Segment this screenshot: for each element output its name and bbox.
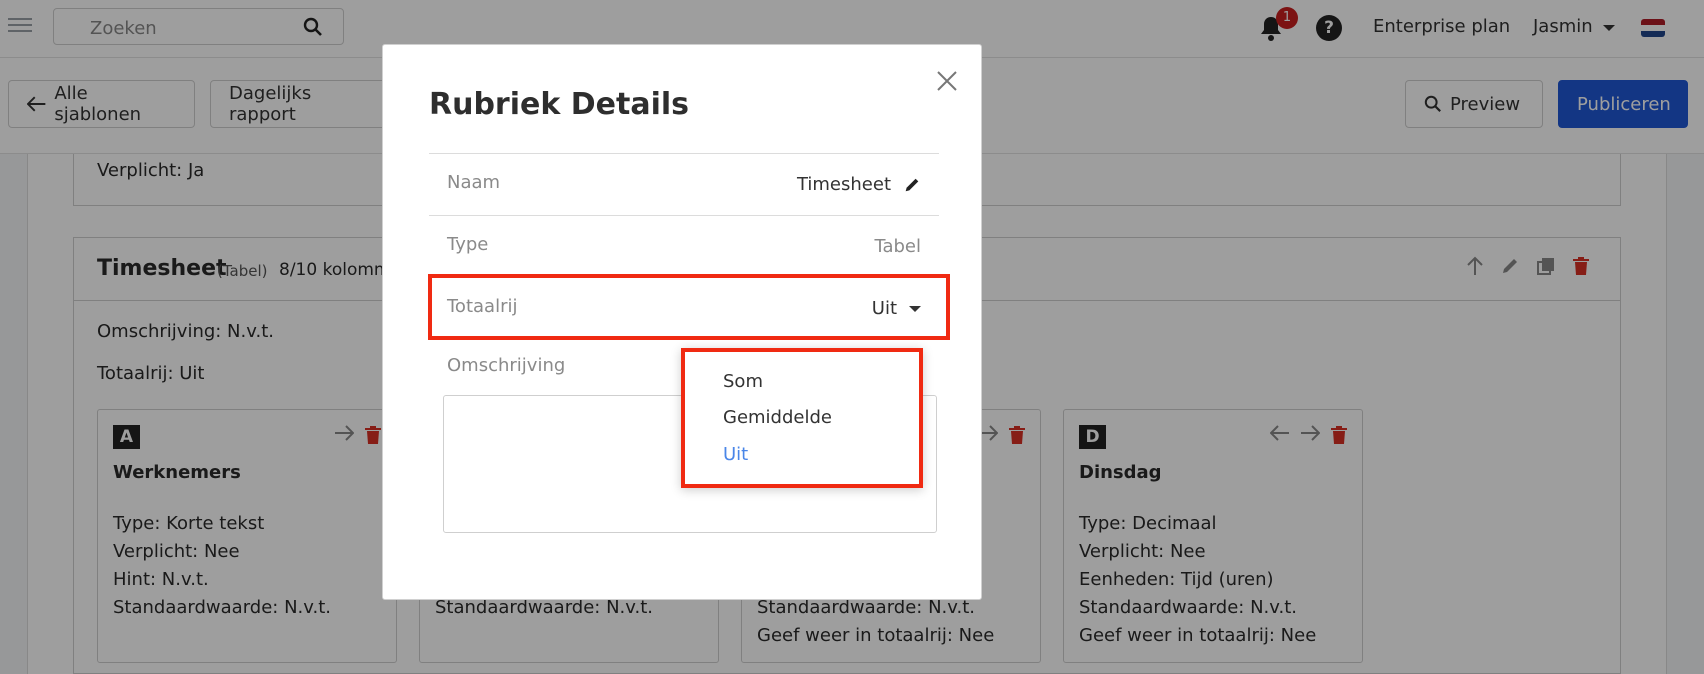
name-value-wrapper: Timesheet	[797, 174, 921, 195]
type-row: Type Tabel	[429, 215, 939, 277]
description-label: Omschrijving	[447, 355, 566, 376]
dropdown-option-gemiddelde[interactable]: Gemiddelde	[723, 407, 832, 428]
total-row-highlight	[428, 274, 950, 340]
dropdown-option-som[interactable]: Som	[723, 371, 763, 392]
dropdown-option-uit[interactable]: Uit	[723, 444, 748, 465]
type-value: Tabel	[874, 236, 921, 257]
modal-title: Rubriek Details	[429, 87, 690, 122]
name-label: Naam	[447, 172, 501, 193]
name-row: Naam Timesheet	[429, 153, 939, 215]
name-value: Timesheet	[796, 174, 891, 195]
total-row-dropdown: Som Gemiddelde Uit	[681, 348, 923, 488]
close-icon[interactable]	[935, 69, 959, 93]
pencil-icon[interactable]	[903, 176, 921, 194]
type-label: Type	[447, 234, 489, 255]
